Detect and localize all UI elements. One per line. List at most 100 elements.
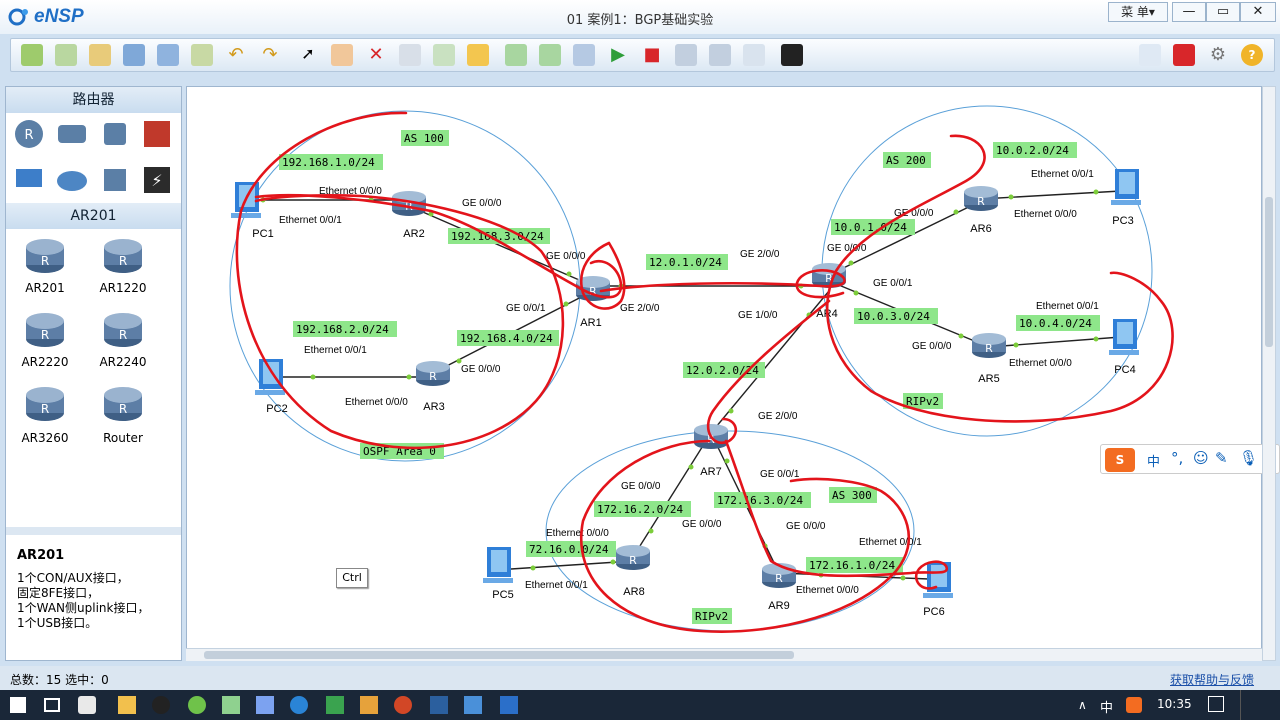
pc4-device[interactable] xyxy=(1109,319,1139,355)
firewall-category-icon[interactable] xyxy=(140,117,174,151)
mic-icon[interactable]: 🎙 xyxy=(1239,449,1258,467)
ar8-router[interactable] xyxy=(616,545,650,570)
gear-icon[interactable]: ⚙ xyxy=(1207,44,1229,66)
select-pointer-icon[interactable]: ➚ xyxy=(297,44,319,66)
topology-icon[interactable] xyxy=(709,44,731,66)
shape-icon[interactable] xyxy=(467,44,489,66)
save-as-icon[interactable] xyxy=(157,44,179,66)
ar3-router[interactable] xyxy=(416,361,450,386)
zoom-out-icon[interactable] xyxy=(539,44,561,66)
close-button[interactable]: ✕ xyxy=(1240,2,1276,22)
hand-drag-icon[interactable] xyxy=(331,44,353,66)
interface-label: GE 1/0/0 xyxy=(738,310,778,321)
huawei-icon[interactable] xyxy=(1173,44,1195,66)
qq-icon[interactable] xyxy=(152,696,170,714)
open-icon[interactable] xyxy=(89,44,111,66)
vertical-scroll-thumb[interactable] xyxy=(1265,197,1273,347)
grid-icon[interactable] xyxy=(743,44,765,66)
help-feedback-link[interactable]: 获取帮助与反馈 xyxy=(1170,671,1254,688)
cli-icon[interactable] xyxy=(781,44,803,66)
ar201-router-icon[interactable]: R xyxy=(24,235,66,275)
chat-icon[interactable] xyxy=(1139,44,1161,66)
interface-label: Ethernet 0/0/0 xyxy=(796,585,859,596)
emoji-icon[interactable]: ☺ xyxy=(1193,449,1209,467)
ensp-taskbar-icon[interactable] xyxy=(430,696,448,714)
ime-mode-label[interactable]: 中 xyxy=(1147,451,1160,470)
tray-chevron-icon[interactable]: ∧ xyxy=(1078,698,1087,712)
ar3260-router-icon[interactable]: R xyxy=(24,383,66,423)
delete-icon[interactable]: ✕ xyxy=(365,44,387,66)
annotation-ar1-ar4 xyxy=(599,269,846,299)
link-ar7-ar8[interactable] xyxy=(632,432,712,558)
edge-icon[interactable] xyxy=(290,696,308,714)
menu-button[interactable]: 菜 单▾ xyxy=(1108,2,1168,22)
undo-icon[interactable]: ↶ xyxy=(225,44,247,66)
windows-start-icon[interactable] xyxy=(10,697,26,713)
notification-icon[interactable] xyxy=(1208,696,1224,712)
pc3-device[interactable] xyxy=(1111,169,1141,205)
new-example-icon[interactable] xyxy=(55,44,77,66)
file-explorer-icon[interactable] xyxy=(118,696,136,714)
start-device-icon[interactable]: ▶ xyxy=(607,44,629,66)
generic-router-icon[interactable]: R xyxy=(102,383,144,423)
link-category-icon[interactable]: ⚡ xyxy=(140,163,174,197)
app-icon[interactable] xyxy=(360,696,378,714)
ar2220-router-icon[interactable]: R xyxy=(24,309,66,349)
app-icon[interactable] xyxy=(464,696,482,714)
horizontal-scrollbar[interactable] xyxy=(186,648,1262,661)
powerpoint-icon[interactable] xyxy=(394,696,412,714)
cloud-category-icon[interactable] xyxy=(55,163,89,197)
minimize-button[interactable]: — xyxy=(1172,2,1206,22)
server-category-icon[interactable] xyxy=(98,163,132,197)
ar6-router[interactable] xyxy=(964,186,998,211)
pc2-device[interactable] xyxy=(255,359,285,395)
device-info-title: AR201 xyxy=(17,548,65,563)
sogou-ime-icon[interactable]: S xyxy=(1105,448,1135,472)
node-label: AR2 xyxy=(403,228,424,240)
link-ar5-pc4[interactable] xyxy=(988,336,1122,348)
capture-icon[interactable] xyxy=(675,44,697,66)
fit-view-icon[interactable] xyxy=(573,44,595,66)
sogou-tray-icon[interactable] xyxy=(1126,697,1142,713)
pc-category-icon[interactable] xyxy=(12,163,46,197)
save-icon[interactable] xyxy=(123,44,145,66)
help-icon[interactable]: ? xyxy=(1241,44,1263,66)
interface-label: GE 0/0/1 xyxy=(760,469,800,480)
redo-icon[interactable]: ↷ xyxy=(259,44,281,66)
switch-category-icon[interactable] xyxy=(55,117,89,151)
device-label: AR1220 xyxy=(99,281,147,295)
app-icon[interactable] xyxy=(256,696,274,714)
pc5-device[interactable] xyxy=(483,547,513,583)
punctuation-icon[interactable]: °, xyxy=(1171,449,1183,467)
pc6-device[interactable] xyxy=(923,562,953,598)
ar5-router[interactable] xyxy=(972,333,1006,358)
pen-icon[interactable]: ✎ xyxy=(1215,449,1228,467)
stop-device-icon[interactable]: ■ xyxy=(641,44,663,66)
tray-ime-label[interactable]: 中 xyxy=(1100,697,1113,716)
app-icon[interactable] xyxy=(326,696,344,714)
task-view-icon[interactable] xyxy=(44,698,60,712)
restore-button[interactable]: ▭ xyxy=(1206,2,1240,22)
show-desktop-button[interactable] xyxy=(1240,690,1280,720)
net-label: 192.168.2.0/24 xyxy=(296,323,389,336)
ar1220-router-icon[interactable]: R xyxy=(102,235,144,275)
router-category-icon[interactable]: R xyxy=(12,117,46,151)
link-ar2-ar1[interactable] xyxy=(408,205,594,287)
text-note-icon[interactable] xyxy=(433,44,455,66)
new-topology-icon[interactable] xyxy=(21,44,43,66)
device-label: Router xyxy=(103,431,143,445)
app-icon[interactable] xyxy=(78,696,96,714)
ar2240-router-icon[interactable]: R xyxy=(102,309,144,349)
app-icon[interactable] xyxy=(500,696,518,714)
print-icon[interactable] xyxy=(191,44,213,66)
browser-icon[interactable] xyxy=(188,696,206,714)
wireless-category-icon[interactable] xyxy=(98,117,132,151)
link-ar6-pc3[interactable] xyxy=(980,190,1122,200)
horizontal-scroll-thumb[interactable] xyxy=(204,651,794,659)
zoom-in-icon[interactable] xyxy=(505,44,527,66)
app-icon[interactable] xyxy=(222,696,240,714)
delete-link-icon[interactable] xyxy=(399,44,421,66)
ime-toolbar[interactable]: S 中 °, ☺ ✎ 🎙 ▦ xyxy=(1100,444,1280,474)
vertical-scrollbar[interactable] xyxy=(1262,86,1276,661)
title-bar: eNSP 01 案例1：BGP基础实验 菜 单▾ — ▭ ✕ xyxy=(0,0,1280,34)
